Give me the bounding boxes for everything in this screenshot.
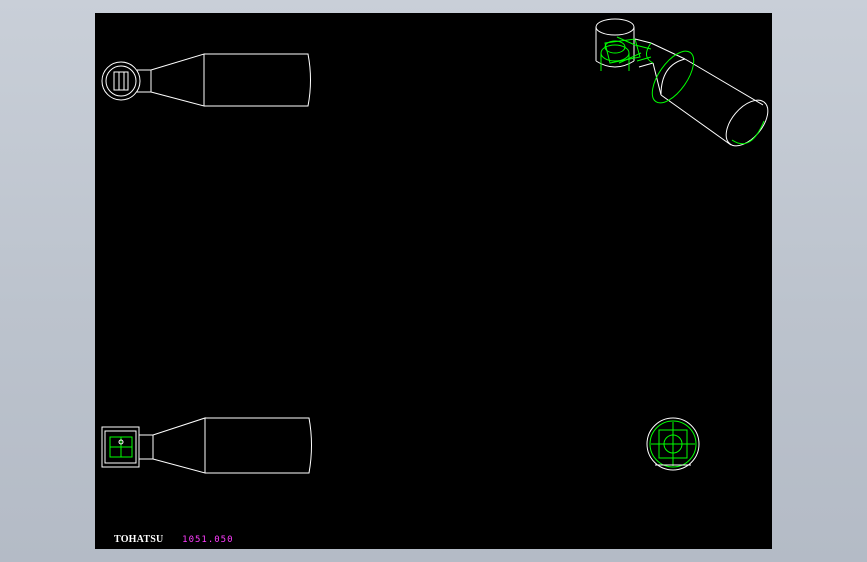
handle-end-view	[646, 417, 700, 471]
handle-grip	[204, 53, 311, 107]
handle-isometric-view	[595, 18, 769, 147]
hub-top	[595, 18, 635, 36]
side-grip	[205, 417, 312, 474]
iso-grip-joint	[651, 50, 695, 104]
iso-grip	[660, 58, 764, 146]
iso-grip-end	[725, 99, 769, 147]
cad-drawing-canvas	[101, 18, 769, 474]
side-shank	[152, 417, 206, 474]
cad-drawing-area[interactable]: TOHATSU 1051.050	[95, 13, 772, 549]
handle-side-view	[101, 417, 312, 474]
brand-label: TOHATSU	[114, 534, 164, 545]
part-number-label: 1051.050	[182, 535, 234, 545]
ring-end-outer	[101, 61, 141, 101]
handle-top-view	[101, 53, 311, 107]
title-stamp: TOHATSU 1051.050	[114, 533, 234, 547]
handle-neck	[137, 69, 152, 93]
handle-shank	[150, 53, 205, 107]
ring-end-slot	[113, 71, 129, 91]
ring-end-inner	[105, 65, 137, 97]
